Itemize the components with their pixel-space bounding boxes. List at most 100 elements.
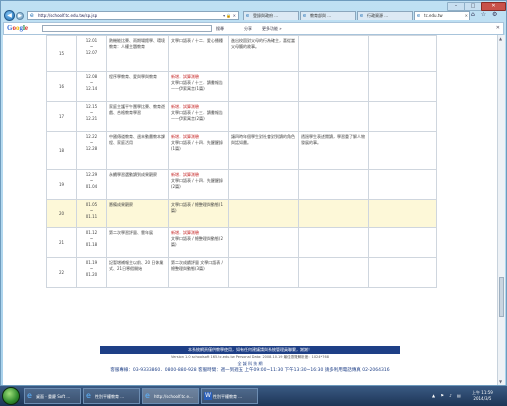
note-cell <box>228 169 299 200</box>
start-button[interactable] <box>2 387 20 405</box>
activity-cell-text: 程序學教育、愛與學與教育 <box>109 74 157 79</box>
tab-label: 行政資源 ... <box>367 13 389 18</box>
content-text: 第二次成績評量 文學口語表 / 總整理與動態(3篇) <box>171 260 223 271</box>
ie-icon: e <box>27 391 32 400</box>
activity-cell-text: 永續學習選動讀到成果觀察 <box>109 172 157 177</box>
task-label: http://schoolf.tc.e... <box>154 394 193 399</box>
address-bar[interactable]: e http://schoolf.tc.edu.tw/sp.jsp ▾ 🔒 ✕ <box>27 11 239 20</box>
address-url[interactable]: http://schoolf.tc.edu.tw/sp.jsp <box>38 13 97 18</box>
content-cell: 文學口語表 / 總整理與動態(1篇) <box>168 199 229 228</box>
date-range-cell-text: 12.22 ~ 12.28 <box>85 134 98 151</box>
browser-tab[interactable]: e 行政資源 ... <box>357 11 413 20</box>
empty-cell <box>368 227 437 258</box>
empty-cell <box>368 101 437 132</box>
content-text: 文學口語表 / 總整理與動態(2篇) <box>171 236 223 247</box>
forward-icon[interactable]: ▶ <box>16 12 24 20</box>
activity-cell-text: 中國傳道教育、週末動畫教本課程、家庭活用 <box>109 134 165 145</box>
outcome-cell <box>298 199 369 228</box>
activity-cell: 永續學習選動讀到成果觀察 <box>106 169 169 200</box>
date-range-cell: 01.05 ~ 01.11 <box>76 199 107 228</box>
google-toolbar: Google 搜尋 分享 更多功能 » ✕ <box>3 22 504 35</box>
site-footer: 本系統網頁僅供教學使用，如有任何建議請與系統管理員聯繫，謝謝！ Version … <box>100 346 400 384</box>
google-logo: Google <box>7 24 29 32</box>
note-cell <box>228 71 299 102</box>
week-cell-text: 19 <box>58 181 65 187</box>
week-cell: 18 <box>46 131 77 170</box>
clock[interactable]: 上午 11:59 2014/3/5 <box>472 390 493 402</box>
taskbar-task[interactable]: e http://schoolf.tc.e... <box>142 388 199 404</box>
week-cell-text: 15 <box>58 50 65 56</box>
more-button[interactable]: 更多功能 » <box>262 25 282 32</box>
activity-cell-text: 家庭主護平午團學比賽、教育遊戲、合格教育學習 <box>109 104 165 115</box>
date-range-cell: 01.19 ~ 01.20 <box>76 257 107 288</box>
google-search-input[interactable] <box>42 25 212 32</box>
scroll-up-icon[interactable]: ▲ <box>499 36 502 41</box>
navigation-bar: ◀ ▶ e http://schoolf.tc.edu.tw/sp.jsp ▾ … <box>3 10 504 22</box>
table-row: 17 12.15 ~ 12.21 家庭主護平午團學比賽、教育遊戲、合格教育學習 新增．… <box>46 101 437 132</box>
table-row: 20 01.05 ~ 01.11 籌備成果觀察 文學口語表 / 總整理與動態(1篇) <box>46 199 437 228</box>
browser-tab[interactable]: e 登錄與政府 ... <box>243 11 299 20</box>
schedule-table: 15 12.01 ~ 12.07 熱機能比賽、雨期場館學、環境教育：人權主題教育 文學… <box>46 35 437 288</box>
tray-icons[interactable]: ▲ ⚑ ♪ ▤ <box>432 393 463 398</box>
back-icon[interactable]: ◀ <box>4 10 15 21</box>
system-tray: ▲ ⚑ ♪ ▤ 上午 11:59 2014/3/5 <box>430 388 505 404</box>
date-range-cell: 12.29 ~ 01.04 <box>76 169 107 200</box>
date-range-cell: 01.12 ~ 01.18 <box>76 227 107 258</box>
taskbar-task[interactable]: W 性別平權教育 ... <box>201 388 258 404</box>
tab-page-icon: e <box>417 13 421 19</box>
address-controls[interactable]: ▾ 🔒 ✕ <box>223 13 236 18</box>
search-button[interactable]: 搜尋 <box>216 25 224 32</box>
content-cell: 文學口語表 / 十二．愛心播種 <box>168 35 229 72</box>
task-label: 桌面 - 重慶 Soft ... <box>36 394 71 399</box>
ie-icon: e <box>86 391 91 400</box>
date-range-cell-text: 01.05 ~ 01.11 <box>85 202 98 219</box>
date-range-cell: 12.15 ~ 12.21 <box>76 101 107 132</box>
note-cell <box>228 101 299 132</box>
note-cell-text: 進出校園對父母的行為確主，喜從當父母觸的故事。 <box>231 38 295 49</box>
empty-cell <box>368 35 437 72</box>
content-cell: 新增．試算測驗 文學口語表 / 十三．讀書報告——伊索寓言(2篇) <box>168 101 229 132</box>
empty-cell <box>368 71 437 102</box>
tab-label: tc.edu.tw <box>424 13 443 18</box>
browser-tab[interactable]: e tc.edu.tw ✕ <box>414 11 470 20</box>
scrollbar-thumb[interactable] <box>499 277 504 317</box>
empty-cell <box>368 131 437 170</box>
tab-page-icon: e <box>360 13 364 19</box>
activity-cell-text: 第二次學習評量、雲年展 <box>109 230 153 235</box>
table-row: 21 01.12 ~ 01.18 第二次學習評量、雲年展 新增．試算測驗 文學口語表 /… <box>46 227 437 258</box>
tab-close-icon[interactable]: ✕ <box>465 12 468 20</box>
content-cell: 新增．試算測驗 文學口語表 / 十四．先醒醒錄(2篇) <box>168 169 229 200</box>
browser-tab[interactable]: e 教育部與 ... <box>300 11 356 20</box>
footer-contact: 客服專線：03-9333860．0800-880-928 客服時間：週一到週五 … <box>110 368 390 373</box>
date-range-cell-text: 12.01 ~ 12.07 <box>85 38 98 55</box>
empty-cell <box>368 199 437 228</box>
vertical-scrollbar[interactable]: ▲ ▼ <box>497 35 505 385</box>
outcome-cell <box>298 35 369 72</box>
date-range-cell-text: 12.15 ~ 12.21 <box>85 104 98 121</box>
page-icon: e <box>30 12 34 19</box>
note-cell: 讓四時年個學生對社會對到讀的角色與話如畫。 <box>228 131 299 170</box>
table-row: 16 12.08 ~ 12.14 程序學教育、愛與學與教育 新增．試算測驗 文學口語表 … <box>46 71 437 102</box>
week-cell-text: 17 <box>58 113 65 119</box>
toolbar-close-icon[interactable]: ✕ <box>496 25 500 31</box>
note-cell <box>228 257 299 288</box>
taskbar-task[interactable]: e 桌面 - 重慶 Soft ... <box>24 388 81 404</box>
activity-cell: 籌備成果觀察 <box>106 199 169 228</box>
taskbar-task[interactable]: e 性別平權教育 ... <box>83 388 140 404</box>
content-text: 文學口語表 / 十四．先醒醒錄(2篇) <box>171 178 223 189</box>
activity-cell: 記暫增補報主以前、20 日休業式、21日寒假開始 <box>106 257 169 288</box>
date-range-cell: 12.22 ~ 12.28 <box>76 131 107 170</box>
share-button[interactable]: 分享 <box>244 25 252 32</box>
date-range-cell-text: 12.08 ~ 12.14 <box>85 74 98 91</box>
task-label: 性別平權教育 ... <box>95 394 125 399</box>
activity-cell: 中國傳道教育、週末動畫教本課程、家庭活用 <box>106 131 169 170</box>
activity-cell: 家庭主護平午團學比賽、教育遊戲、合格教育學習 <box>106 101 169 132</box>
date-range-cell-text: 12.29 ~ 01.04 <box>85 172 98 189</box>
footer-org: 全 誠 科 技 網 <box>237 361 263 366</box>
home-favorites-tools-icons[interactable]: ⌂ ☆ ⚙ <box>471 11 499 18</box>
scroll-down-icon[interactable]: ▼ <box>499 379 502 384</box>
week-cell: 17 <box>46 101 77 132</box>
week-cell-text: 16 <box>58 83 65 89</box>
outcome-cell <box>298 169 369 200</box>
content-text: 文學口語表 / 十二．愛心播種 <box>171 38 223 43</box>
